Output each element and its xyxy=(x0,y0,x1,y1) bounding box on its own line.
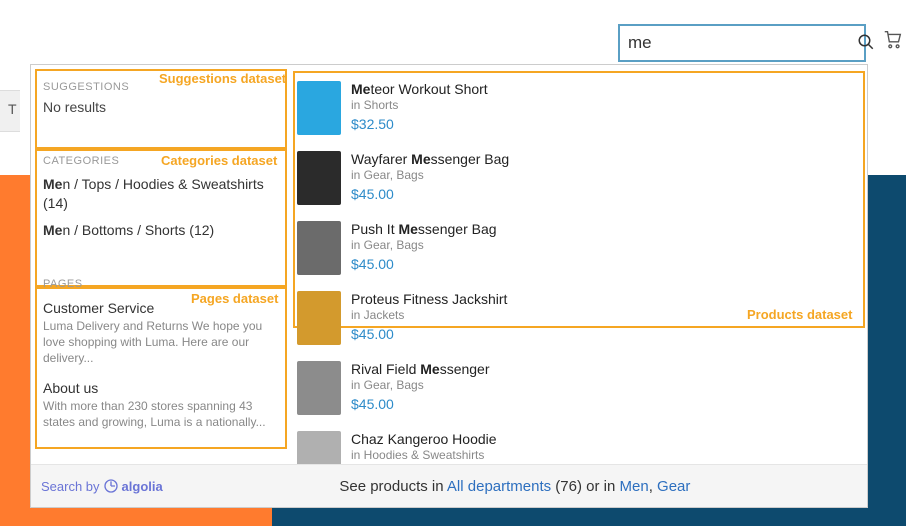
search-bar[interactable] xyxy=(618,24,866,62)
page-item[interactable]: Customer Service Luma Delivery and Retur… xyxy=(43,300,275,367)
left-column: SUGGESTIONS No results CATEGORIES Men / … xyxy=(31,65,287,457)
product-price: $45.00 xyxy=(351,396,490,412)
product-title: Meteor Workout Short xyxy=(351,81,488,97)
product-title: Proteus Fitness Jackshirt xyxy=(351,291,507,307)
page-snippet: Luma Delivery and Returns We hope you lo… xyxy=(43,318,275,367)
categories-header: CATEGORIES xyxy=(43,155,287,167)
product-category: in Hoodies & Sweatshirts xyxy=(351,448,497,462)
product-category: in Gear, Bags xyxy=(351,168,509,182)
product-thumb xyxy=(297,151,341,205)
product-category: in Jackets xyxy=(351,308,507,322)
product-title: Chaz Kangeroo Hoodie xyxy=(351,431,497,447)
product-item[interactable]: Meteor Workout Short in Shorts $32.50 xyxy=(297,81,577,135)
link-men[interactable]: Men xyxy=(620,478,649,495)
product-category: in Gear, Bags xyxy=(351,238,497,252)
suggestions-header: SUGGESTIONS xyxy=(43,81,287,93)
product-title: Wayfarer Messenger Bag xyxy=(351,151,509,167)
product-title: Rival Field Messenger xyxy=(351,361,490,377)
cart-icon[interactable] xyxy=(882,28,904,53)
product-price: $32.50 xyxy=(351,116,488,132)
search-input[interactable] xyxy=(620,33,857,53)
page-item[interactable]: About us With more than 230 stores spann… xyxy=(43,380,275,430)
product-price: $45.00 xyxy=(351,256,497,272)
product-thumb xyxy=(297,81,341,135)
search-by-algolia[interactable]: Search by algolia xyxy=(41,478,163,494)
product-price: $45.00 xyxy=(351,326,507,342)
product-category: in Shorts xyxy=(351,98,488,112)
product-price: $45.00 xyxy=(351,186,509,202)
page-title: About us xyxy=(43,380,275,396)
search-icon[interactable] xyxy=(857,33,875,54)
product-thumb xyxy=(297,291,341,345)
product-item[interactable]: Rival Field Messenger in Gear, Bags $45.… xyxy=(297,361,577,415)
pages-header: PAGES xyxy=(43,278,287,290)
algolia-icon xyxy=(103,478,119,494)
suggestions-noresults: No results xyxy=(43,99,275,115)
page-title: Customer Service xyxy=(43,300,275,316)
panel-footer: Search by algolia See products in All de… xyxy=(31,464,867,507)
page-snippet: With more than 230 stores spanning 43 st… xyxy=(43,398,275,430)
autocomplete-panel: Suggestions dataset Categories dataset P… xyxy=(30,64,868,508)
category-item[interactable]: Men / Tops / Hoodies & Sweatshirts (14) xyxy=(43,175,275,213)
product-item[interactable]: Proteus Fitness Jackshirt in Jackets $45… xyxy=(297,291,577,345)
products-column: Meteor Workout Short in Shorts $32.50 Wa… xyxy=(287,65,867,501)
product-item[interactable]: Wayfarer Messenger Bag in Gear, Bags $45… xyxy=(297,151,577,205)
category-item[interactable]: Men / Bottoms / Shorts (12) xyxy=(43,221,275,240)
link-gear[interactable]: Gear xyxy=(657,478,690,495)
products-grid: Meteor Workout Short in Shorts $32.50 Wa… xyxy=(287,65,867,501)
product-category: in Gear, Bags xyxy=(351,378,490,392)
nav-glyph: T xyxy=(8,101,17,117)
product-thumb xyxy=(297,361,341,415)
nav-strip: T xyxy=(0,90,20,132)
product-thumb xyxy=(297,221,341,275)
product-item[interactable]: Push It Messenger Bag in Gear, Bags $45.… xyxy=(297,221,577,275)
link-all-departments[interactable]: All departments xyxy=(447,478,551,495)
product-title: Push It Messenger Bag xyxy=(351,221,497,237)
footer-see-products: See products in All departments (76) or … xyxy=(163,478,867,495)
